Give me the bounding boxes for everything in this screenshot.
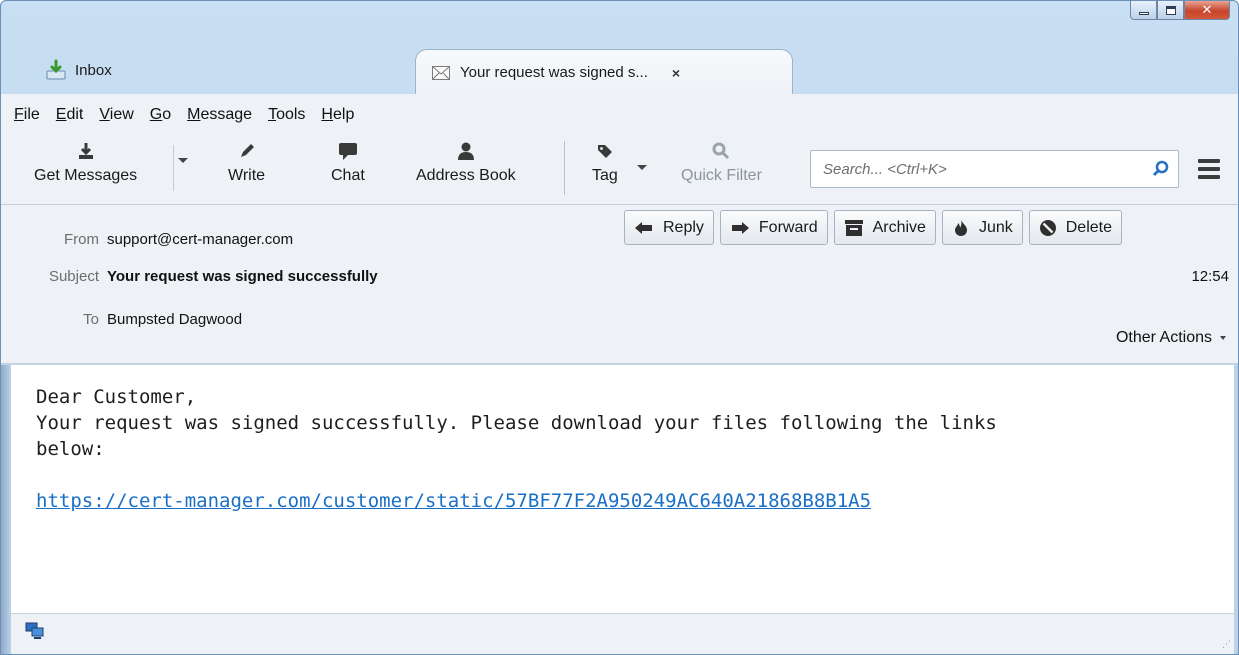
maximize-button[interactable] bbox=[1157, 1, 1184, 20]
write-button[interactable]: Write bbox=[228, 141, 265, 185]
status-bar: ⋰ bbox=[11, 613, 1234, 654]
get-messages-button[interactable]: Get Messages bbox=[34, 141, 137, 185]
app-menu-icon[interactable] bbox=[1198, 159, 1220, 183]
minimize-button[interactable] bbox=[1130, 1, 1157, 20]
body-blank-line bbox=[36, 462, 1234, 488]
to-address[interactable]: Bumpsted Dagwood bbox=[107, 311, 242, 328]
inbox-download-icon bbox=[46, 59, 66, 80]
search-input[interactable] bbox=[821, 154, 1144, 184]
minimize-icon bbox=[1138, 12, 1149, 15]
tab-inbox[interactable]: Inbox bbox=[45, 57, 112, 83]
message-header: From support@cert-manager.com Subject Yo… bbox=[1, 205, 1238, 364]
delete-label: Delete bbox=[1065, 218, 1112, 236]
reply-label: Reply bbox=[663, 218, 704, 236]
main-toolbar: Get Messages Write Chat Address Book Tag… bbox=[1, 135, 1238, 205]
menu-go[interactable]: Go bbox=[150, 106, 171, 124]
menu-tools[interactable]: Tools bbox=[268, 106, 305, 124]
tab-bar: Inbox Your request was signed s... × bbox=[1, 45, 1238, 95]
junk-label: Junk bbox=[978, 218, 1013, 236]
archive-box-icon bbox=[844, 219, 863, 236]
menu-help[interactable]: Help bbox=[321, 106, 354, 124]
no-entry-icon bbox=[1039, 219, 1056, 236]
reply-button[interactable]: Reply bbox=[624, 210, 714, 245]
other-actions-label: Other Actions bbox=[1115, 329, 1212, 346]
close-window-button[interactable]: ✕ bbox=[1184, 1, 1230, 20]
get-messages-label: Get Messages bbox=[34, 167, 138, 184]
search-icon[interactable] bbox=[1144, 160, 1178, 178]
forward-button[interactable]: Forward bbox=[719, 210, 828, 245]
download-link[interactable]: https://cert-manager.com/customer/static… bbox=[36, 490, 871, 512]
tag-label: Tag bbox=[592, 167, 618, 184]
to-label: To bbox=[83, 311, 99, 328]
from-row: From support@cert-manager.com bbox=[1, 231, 293, 248]
network-status-icon[interactable] bbox=[25, 622, 45, 640]
write-label: Write bbox=[228, 167, 266, 184]
tag-button[interactable]: Tag bbox=[592, 141, 618, 185]
from-label: From bbox=[64, 231, 99, 248]
chat-button[interactable]: Chat bbox=[331, 141, 365, 185]
pencil-icon bbox=[240, 144, 254, 157]
forward-arrow-icon bbox=[731, 221, 749, 234]
magnifier-icon bbox=[712, 142, 730, 160]
maximize-icon bbox=[1165, 5, 1176, 15]
subject-row: Subject Your request was signed successf… bbox=[1, 268, 378, 285]
message-body: Dear Customer, Your request was signed s… bbox=[11, 365, 1234, 613]
resize-grip-icon[interactable]: ⋰ bbox=[1222, 640, 1231, 650]
subject-label: Subject bbox=[48, 268, 99, 285]
body-greeting: Dear Customer, bbox=[36, 386, 197, 408]
quick-filter-label: Quick Filter bbox=[681, 167, 762, 184]
toolbar-divider bbox=[564, 141, 565, 195]
window-left-border bbox=[1, 365, 11, 654]
toolbar-divider bbox=[173, 145, 174, 191]
download-icon bbox=[78, 143, 93, 159]
window-controls: ✕ bbox=[1130, 1, 1230, 20]
menu-edit[interactable]: Edit bbox=[56, 106, 84, 124]
quick-filter-button[interactable]: Quick Filter bbox=[681, 141, 762, 185]
reply-arrow-icon bbox=[635, 221, 652, 234]
get-messages-dropdown-icon[interactable] bbox=[178, 158, 188, 163]
flame-icon bbox=[954, 219, 967, 236]
archive-button[interactable]: Archive bbox=[833, 210, 936, 245]
search-box[interactable] bbox=[810, 150, 1179, 188]
thunderbird-window: ✕ Inbox Your request was signed s... × F… bbox=[0, 0, 1239, 655]
message-action-buttons: Reply Forward Archive Junk Delete bbox=[624, 210, 1122, 245]
tag-icon bbox=[597, 145, 612, 158]
address-book-button[interactable]: Address Book bbox=[416, 141, 516, 185]
message-time: 12:54 bbox=[1191, 268, 1229, 285]
menu-message[interactable]: Message bbox=[187, 106, 252, 124]
from-address[interactable]: support@cert-manager.com bbox=[107, 231, 293, 248]
junk-button[interactable]: Junk bbox=[941, 210, 1023, 245]
body-text-line: below: bbox=[36, 438, 105, 460]
close-icon: ✕ bbox=[1201, 2, 1213, 18]
tab-label: Inbox bbox=[75, 61, 112, 79]
tag-dropdown-icon[interactable] bbox=[637, 165, 647, 170]
tab-label: Your request was signed s... bbox=[460, 64, 648, 81]
envelope-icon bbox=[432, 65, 450, 80]
other-actions-button[interactable]: Other Actions bbox=[1116, 329, 1226, 347]
menu-view[interactable]: View bbox=[99, 106, 133, 124]
contact-icon bbox=[457, 142, 474, 160]
chat-bubble-icon bbox=[338, 143, 357, 160]
chevron-down-icon bbox=[1220, 336, 1226, 340]
subject-value: Your request was signed successfully bbox=[107, 268, 378, 285]
to-row: To Bumpsted Dagwood bbox=[1, 311, 242, 328]
forward-label: Forward bbox=[758, 218, 818, 236]
tab-message[interactable]: Your request was signed s... × bbox=[415, 49, 793, 95]
address-book-label: Address Book bbox=[416, 167, 516, 184]
chat-label: Chat bbox=[331, 167, 365, 184]
archive-label: Archive bbox=[872, 218, 926, 236]
menu-bar: File Edit View Go Message Tools Help bbox=[1, 94, 1238, 135]
tab-close-icon[interactable]: × bbox=[672, 65, 680, 81]
menu-file[interactable]: File bbox=[14, 106, 40, 124]
delete-button[interactable]: Delete bbox=[1028, 210, 1122, 245]
body-text-line: Your request was signed successfully. Pl… bbox=[36, 412, 997, 434]
